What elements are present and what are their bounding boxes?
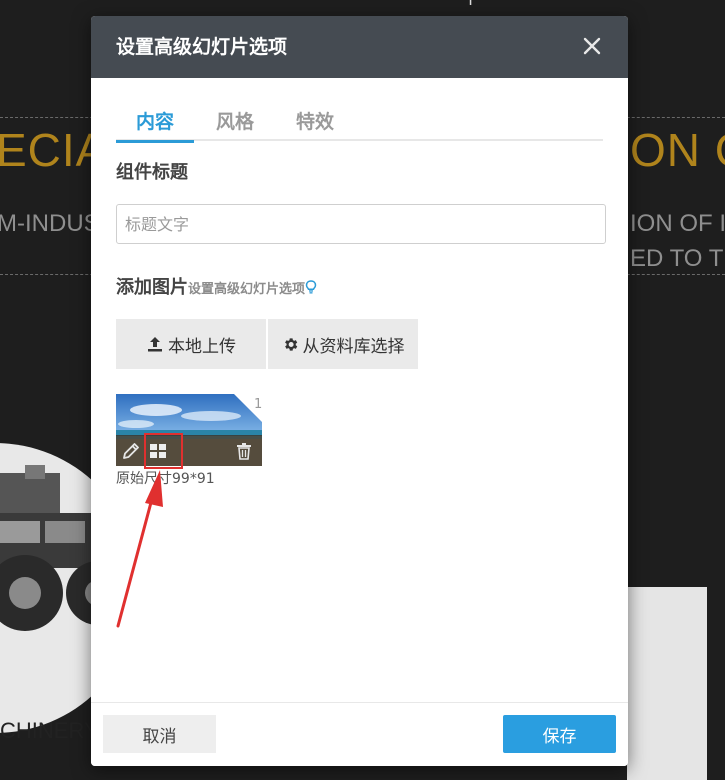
tab-effects[interactable]: 特效 xyxy=(276,106,354,141)
close-button[interactable] xyxy=(580,34,604,58)
plus-icon: + xyxy=(463,0,478,9)
cancel-button[interactable]: 取消 xyxy=(103,715,216,753)
background-subtext-right-1: ION OF I xyxy=(630,210,725,237)
thumbnail-toolbar xyxy=(116,435,262,466)
dialog-title: 设置高级幻灯片选项 xyxy=(116,36,288,58)
dialog-footer: 取消 保存 xyxy=(91,702,628,766)
tab-content[interactable]: 内容 xyxy=(116,106,194,143)
tab-style[interactable]: 风格 xyxy=(196,106,274,141)
add-images-label: 添加图片设置高级幻灯片选项 xyxy=(116,276,317,302)
upload-local-button[interactable]: 本地上传 xyxy=(116,319,266,369)
active-tab-indicator xyxy=(116,140,194,143)
background-bottom-text: CHINERY xyxy=(0,718,99,743)
tab-effects-label: 特效 xyxy=(295,111,334,133)
background-heading-right: ON C xyxy=(630,124,725,176)
background-subtext-left: M-INDUS xyxy=(0,210,100,237)
dialog-header: 设置高级幻灯片选项 xyxy=(91,16,628,78)
thumbnail-index: 1 xyxy=(254,397,263,412)
image-thumbnail[interactable] xyxy=(116,394,262,466)
tab-bar: 内容 风格 特效 xyxy=(116,106,603,143)
tab-style-label: 风格 xyxy=(215,111,254,133)
upload-icon xyxy=(148,337,162,352)
close-icon xyxy=(583,37,601,55)
save-button[interactable]: 保存 xyxy=(503,715,616,753)
add-images-hint: 设置高级幻灯片选项 xyxy=(188,282,306,297)
component-title-input[interactable] xyxy=(116,204,606,244)
background-panel xyxy=(627,587,707,780)
add-images-title: 添加图片 xyxy=(116,277,188,298)
upload-local-label: 本地上传 xyxy=(168,336,236,357)
choose-from-library-button[interactable]: 从资料库选择 xyxy=(268,319,418,369)
pencil-icon[interactable] xyxy=(120,440,142,462)
annotation-highlight-box xyxy=(144,433,183,469)
choose-from-library-label: 从资料库选择 xyxy=(302,336,405,357)
component-title-label: 组件标题 xyxy=(116,162,188,183)
thumbnail-size-text: 原始尺寸99*91 xyxy=(116,471,215,487)
background-subtext-right-2: ED TO TH xyxy=(630,245,725,272)
tab-content-label: 内容 xyxy=(135,111,174,133)
trash-icon[interactable] xyxy=(233,440,255,462)
slideshow-options-dialog: 设置高级幻灯片选项 内容 风格 特效 组件标题 添加图片设置高级幻灯片选项 xyxy=(91,16,628,766)
lightbulb-icon xyxy=(305,280,317,294)
gear-icon xyxy=(284,337,297,351)
